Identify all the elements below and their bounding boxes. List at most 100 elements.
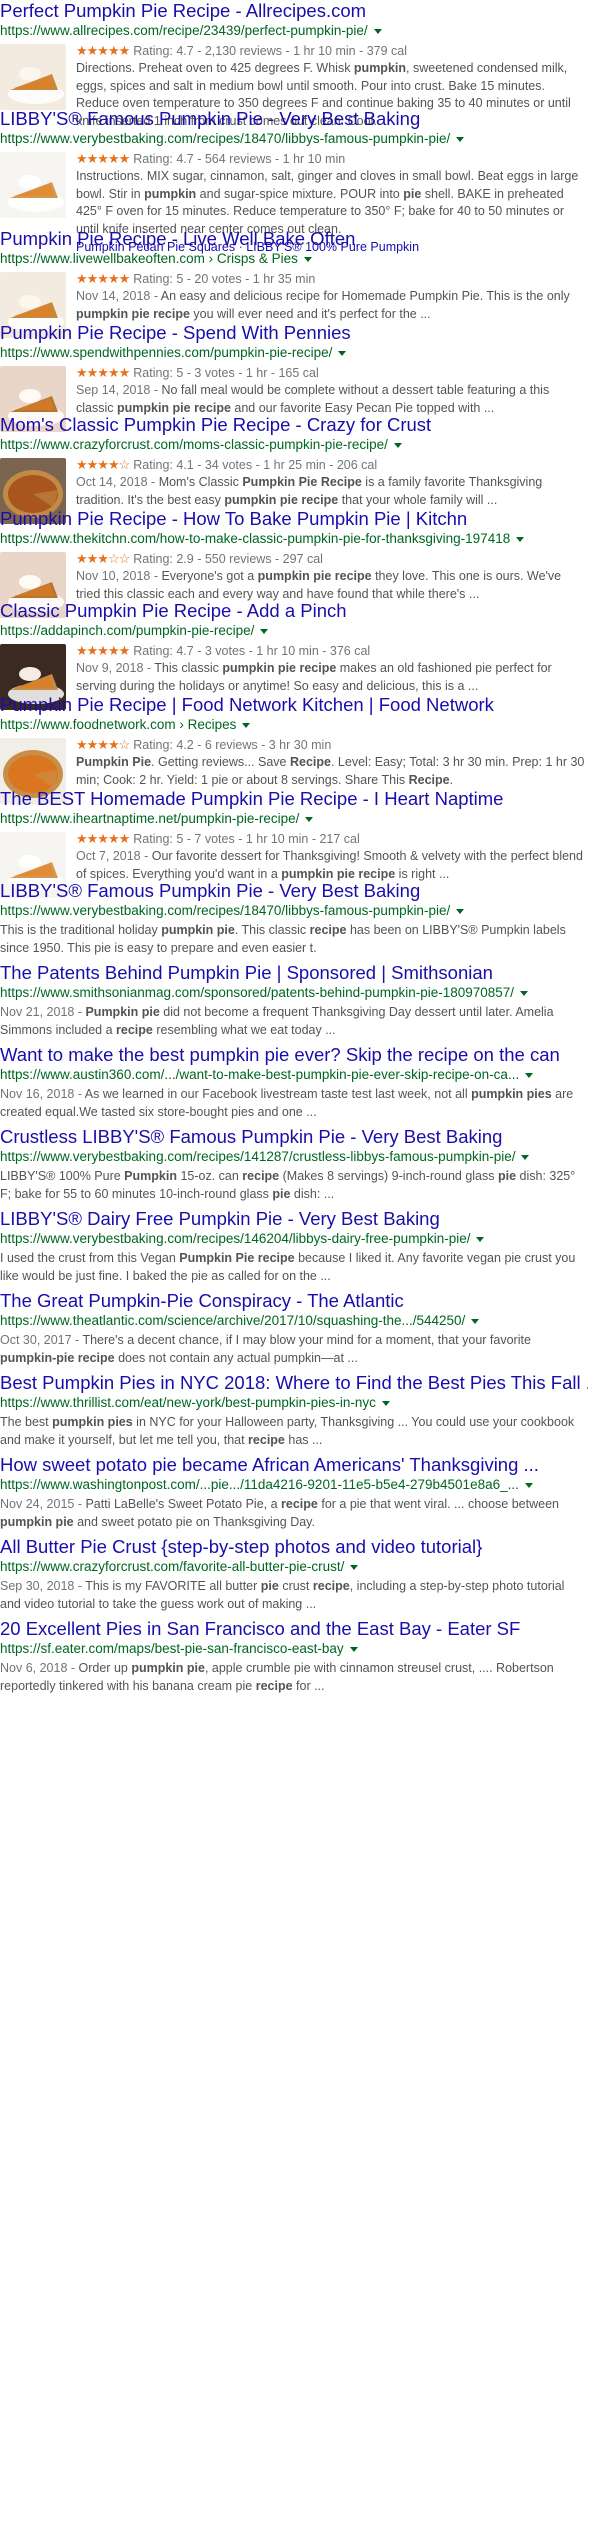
result-snippet: Oct 7, 2018 - Our favorite dessert for T… xyxy=(76,848,588,883)
result-url: https://www.iheartnaptime.net/pumpkin-pi… xyxy=(0,810,588,828)
pumpkin-pie-thumbnail[interactable] xyxy=(0,44,66,110)
search-result: Best Pumpkin Pies in NYC 2018: Where to … xyxy=(0,1372,588,1449)
chevron-down-icon[interactable] xyxy=(471,1318,480,1324)
search-result: The Great Pumpkin-Pie Conspiracy - The A… xyxy=(0,1290,588,1367)
result-url: https://www.austin360.com/.../want-to-ma… xyxy=(0,1066,588,1084)
result-title-link[interactable]: LIBBY'S® Famous Pumpkin Pie - Very Best … xyxy=(0,880,588,902)
snippet-keyword: pumpkin-pie recipe xyxy=(0,1350,115,1365)
result-title-link[interactable]: LIBBY'S® Dairy Free Pumpkin Pie - Very B… xyxy=(0,1208,588,1230)
star-rating-icon: ★★★★★ xyxy=(76,831,130,846)
snippet-text: There's a decent chance, if I may blow y… xyxy=(82,1333,531,1347)
rating-line: ★★★★★ Rating: 4.7 - 3 votes - 1 hr 10 min… xyxy=(76,642,588,660)
result-text: I used the crust from this Vegan Pumpkin… xyxy=(0,1250,588,1285)
rating-line: ★★★★☆ Rating: 4.1 - 34 votes - 1 hr 25 mi… xyxy=(76,456,588,474)
chevron-down-icon[interactable] xyxy=(350,1564,359,1570)
star-rating-icon: ★★★★☆ xyxy=(76,737,130,752)
chevron-down-icon[interactable] xyxy=(516,536,525,542)
result-date: Nov 14, 2018 - xyxy=(76,289,161,303)
result-title-link[interactable]: Pumpkin Pie Recipe - Live Well Bake Ofte… xyxy=(0,228,588,250)
result-title-link[interactable]: Classic Pumpkin Pie Recipe - Add a Pinch xyxy=(0,600,588,622)
rating-text: Rating: 4.7 - 2,130 reviews - 1 hr 10 mi… xyxy=(133,44,408,58)
result-url-text: https://addapinch.com/pumpkin-pie-recipe… xyxy=(0,623,255,638)
result-snippet: Nov 21, 2018 - Pumpkin pie did not becom… xyxy=(0,1004,588,1039)
result-snippet: The best pumpkin pies in NYC for your Ha… xyxy=(0,1414,588,1449)
chevron-down-icon[interactable] xyxy=(525,1072,534,1078)
snippet-text: you will ever need and it's perfect for … xyxy=(189,306,431,321)
result-title-link[interactable]: 20 Excellent Pies in San Francisco and t… xyxy=(0,1618,588,1640)
snippet-keyword: Pumpkin pie xyxy=(85,1005,160,1019)
result-title-link[interactable]: How sweet potato pie became African Amer… xyxy=(0,1454,588,1476)
result-title-link[interactable]: Want to make the best pumpkin pie ever? … xyxy=(0,1044,588,1066)
result-title-link[interactable]: Pumpkin Pie Recipe | Food Network Kitche… xyxy=(0,694,588,716)
chevron-down-icon[interactable] xyxy=(456,908,465,914)
snippet-text: As we learned in our Facebook livestream… xyxy=(84,1087,472,1101)
snippet-keyword: pumpkin pie recipe xyxy=(224,492,339,507)
result-url-text: https://www.verybestbaking.com/recipes/1… xyxy=(0,131,451,146)
chevron-down-icon[interactable] xyxy=(303,256,312,262)
result-url: https://www.verybestbaking.com/recipes/1… xyxy=(0,1230,588,1248)
result-snippet: Oct 30, 2017 - There's a decent chance, … xyxy=(0,1332,588,1367)
rating-line: ★★★★★ Rating: 4.7 - 2,130 reviews - 1 hr … xyxy=(76,42,588,60)
result-snippet: Nov 16, 2018 - As we learned in our Face… xyxy=(0,1086,588,1121)
snippet-keyword: recipe xyxy=(242,1169,280,1183)
result-title-link[interactable]: Pumpkin Pie Recipe - How To Bake Pumpkin… xyxy=(0,508,588,530)
result-url-text: https://sf.eater.com/maps/best-pie-san-f… xyxy=(0,1641,344,1656)
pumpkin-pie-thumbnail[interactable] xyxy=(0,152,66,218)
star-rating-icon: ★★★★☆ xyxy=(76,457,130,472)
chevron-down-icon[interactable] xyxy=(242,722,251,728)
chevron-down-icon[interactable] xyxy=(381,1400,390,1406)
result-date: Sep 30, 2018 - xyxy=(0,1579,86,1593)
chevron-down-icon[interactable] xyxy=(521,1154,530,1160)
rating-line: ★★★★☆ Rating: 4.2 - 6 reviews - 3 hr 30 m… xyxy=(76,736,588,754)
chevron-down-icon[interactable] xyxy=(456,136,465,142)
result-url: https://www.washingtonpost.com/...pie...… xyxy=(0,1476,588,1494)
chevron-down-icon[interactable] xyxy=(338,350,347,356)
result-url: https://www.thrillist.com/eat/new-york/b… xyxy=(0,1394,588,1412)
rating-text: Rating: 5 - 7 votes - 1 hr 10 min - 217 … xyxy=(133,832,360,846)
result-title-link[interactable]: The BEST Homemade Pumpkin Pie Recipe - I… xyxy=(0,788,588,810)
chevron-down-icon[interactable] xyxy=(305,816,314,822)
snippet-text: . xyxy=(449,772,454,787)
result-snippet: Sep 14, 2018 - No fall meal would be com… xyxy=(76,382,588,417)
chevron-down-icon[interactable] xyxy=(393,442,402,448)
result-date: Oct 14, 2018 - xyxy=(76,475,159,489)
result-title-link[interactable]: The Great Pumpkin-Pie Conspiracy - The A… xyxy=(0,1290,588,1312)
snippet-keyword: pumpkin pie recipe xyxy=(76,306,190,321)
result-url-text: https://www.crazyforcrust.com/moms-class… xyxy=(0,437,388,452)
result-date: Nov 9, 2018 - xyxy=(76,661,155,675)
result-title-link[interactable]: Crustless LIBBY'S® Famous Pumpkin Pie - … xyxy=(0,1126,588,1148)
chevron-down-icon[interactable] xyxy=(476,1236,485,1242)
snippet-text: and sweet potato pie on Thanksgiving Day… xyxy=(73,1514,315,1529)
result-snippet: This is the traditional holiday pumpkin … xyxy=(0,922,588,957)
search-result: Crustless LIBBY'S® Famous Pumpkin Pie - … xyxy=(0,1126,588,1203)
chevron-down-icon[interactable] xyxy=(260,628,269,634)
snippet-keyword: pumpkin pie recipe xyxy=(116,400,231,415)
result-title-link[interactable]: All Butter Pie Crust {step-by-step photo… xyxy=(0,1536,588,1558)
result-url-text: https://www.iheartnaptime.net/pumpkin-pi… xyxy=(0,811,300,826)
rating-text: Rating: 5 - 3 votes - 1 hr - 165 cal xyxy=(133,366,319,380)
result-date: Nov 16, 2018 - xyxy=(0,1087,85,1101)
snippet-text: An easy and delicious recipe for Homemad… xyxy=(160,289,570,303)
result-title-link[interactable]: Pumpkin Pie Recipe - Spend With Pennies xyxy=(0,322,588,344)
snippet-keyword: recipe xyxy=(309,923,347,937)
result-text: This is the traditional holiday pumpkin … xyxy=(0,922,588,957)
result-title-link[interactable]: Mom's Classic Pumpkin Pie Recipe - Crazy… xyxy=(0,414,588,436)
chevron-down-icon[interactable] xyxy=(373,28,382,34)
result-url: https://addapinch.com/pumpkin-pie-recipe… xyxy=(0,622,588,640)
chevron-down-icon[interactable] xyxy=(524,1482,533,1488)
result-title-link[interactable]: Best Pumpkin Pies in NYC 2018: Where to … xyxy=(0,1372,588,1394)
rating-line: ★★★★★ Rating: 5 - 20 votes - 1 hr 35 min xyxy=(76,270,588,288)
chevron-down-icon[interactable] xyxy=(349,1646,358,1652)
snippet-text: 15-oz. can xyxy=(176,1169,243,1183)
result-title-link[interactable]: LIBBY'S® Famous Pumpkin Pie - Very Best … xyxy=(0,108,588,130)
result-title-link[interactable]: The Patents Behind Pumpkin Pie | Sponsor… xyxy=(0,962,588,984)
rating-text: Rating: 2.9 - 550 reviews - 297 cal xyxy=(133,552,323,566)
result-url-text: https://www.austin360.com/.../want-to-ma… xyxy=(0,1067,520,1082)
result-url-text: https://www.washingtonpost.com/...pie...… xyxy=(0,1477,519,1492)
result-url: https://www.thekitchn.com/how-to-make-cl… xyxy=(0,530,588,548)
result-text: Nov 16, 2018 - As we learned in our Face… xyxy=(0,1086,588,1121)
chevron-down-icon[interactable] xyxy=(520,990,529,996)
result-title-link[interactable]: Perfect Pumpkin Pie Recipe - Allrecipes.… xyxy=(0,0,588,22)
snippet-text: for ... xyxy=(292,1678,325,1693)
snippet-text: and sugar-spice mixture. POUR into xyxy=(196,186,404,201)
